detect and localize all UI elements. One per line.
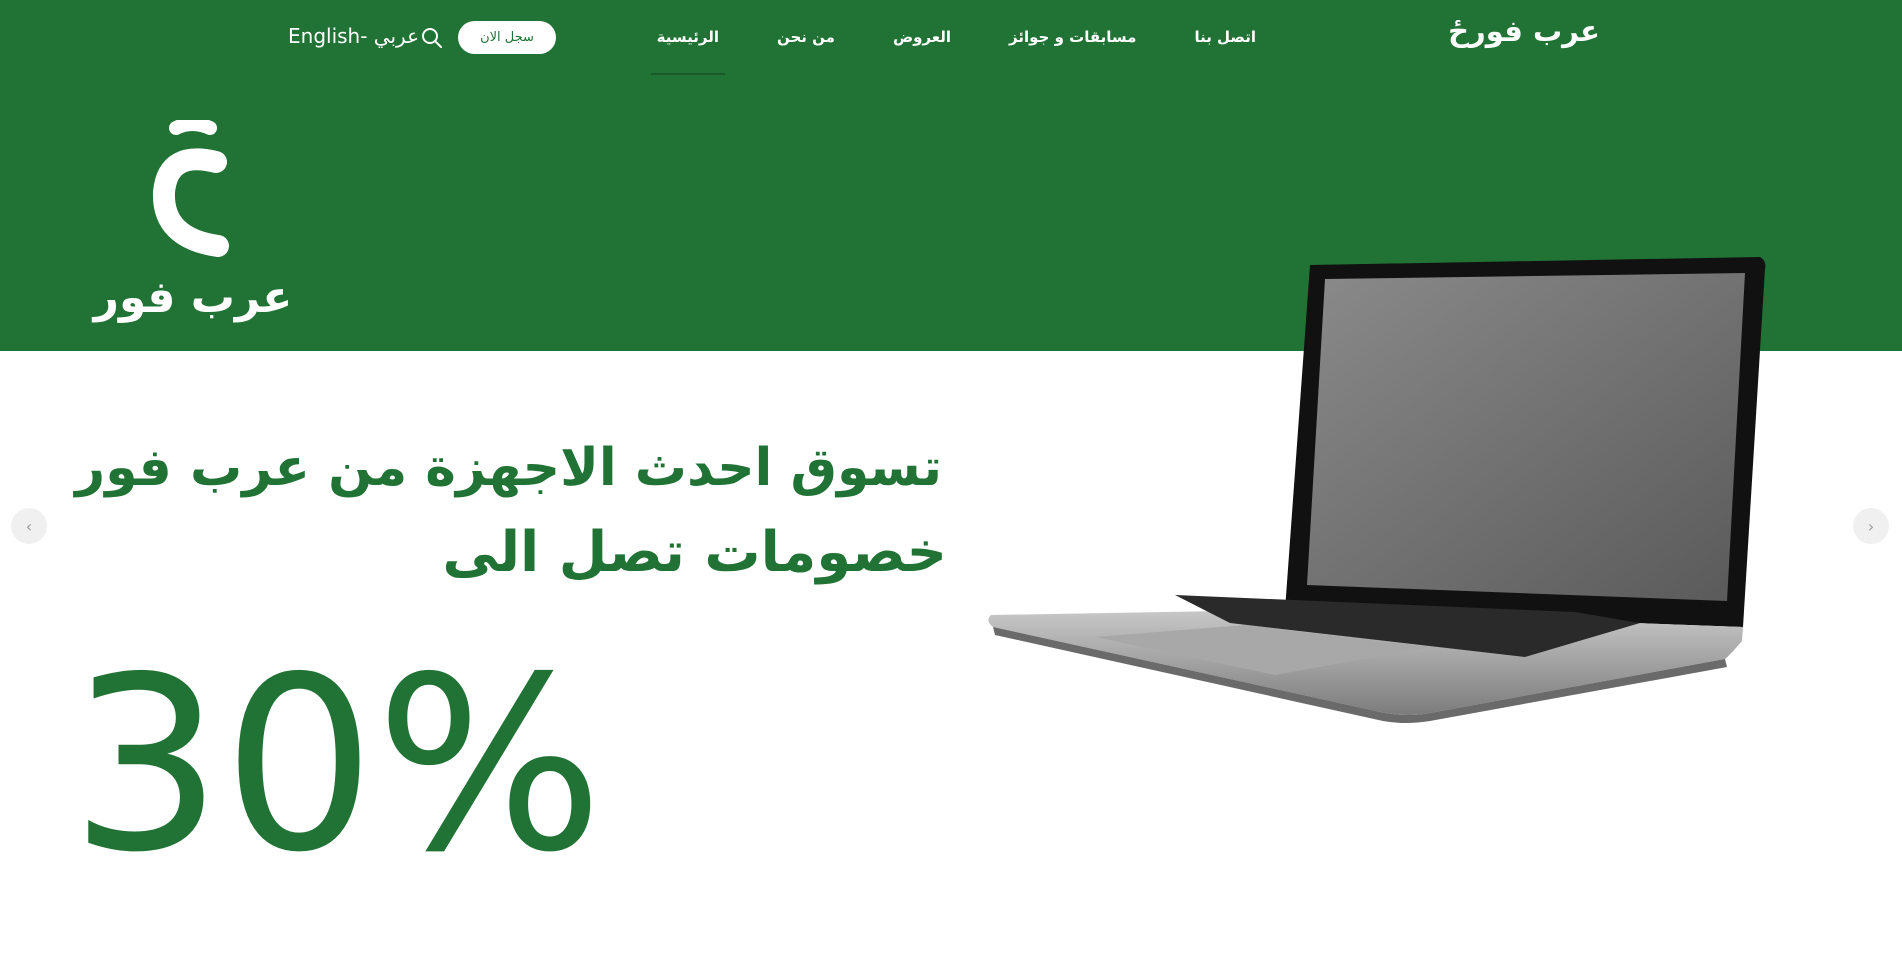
register-button[interactable]: سجل الان	[458, 21, 556, 54]
main-nav: الرئيسية من نحن العروض مسابقات و جوائز ا…	[650, 0, 1262, 76]
brand-logo[interactable]: عرب فورځ	[1448, 14, 1600, 48]
hero-logo: عرب فور	[88, 120, 298, 330]
hero-headline: تسوق احدث الاجهزة من عرب فور	[75, 438, 942, 498]
discount-value: 30%	[70, 625, 604, 905]
hero-logo-text: عرب فور	[93, 272, 293, 323]
lang-separator: -	[360, 24, 368, 48]
nav-offers[interactable]: العروض	[887, 0, 957, 76]
top-navbar: عرب فورځ الرئيسية من نحن العروض مسابقات …	[0, 0, 1902, 76]
search-icon[interactable]	[420, 26, 444, 50]
nav-about[interactable]: من نحن	[771, 0, 841, 76]
nav-contests[interactable]: مسابقات و جوائز	[1003, 0, 1142, 76]
laptop-image	[988, 257, 1766, 723]
hero-subheadline: خصومات تصل الى	[442, 520, 947, 585]
lang-english[interactable]: English	[288, 24, 360, 48]
nav-home[interactable]: الرئيسية	[650, 0, 726, 76]
language-switcher: English- عربي	[288, 24, 419, 48]
nav-contact[interactable]: اتصل بنا	[1188, 0, 1262, 76]
carousel-prev-button[interactable]: ‹	[11, 508, 47, 544]
carousel-next-button[interactable]: ›	[1853, 508, 1889, 544]
lang-arabic[interactable]: عربي	[374, 24, 419, 48]
logo-glyph-icon	[152, 120, 229, 257]
